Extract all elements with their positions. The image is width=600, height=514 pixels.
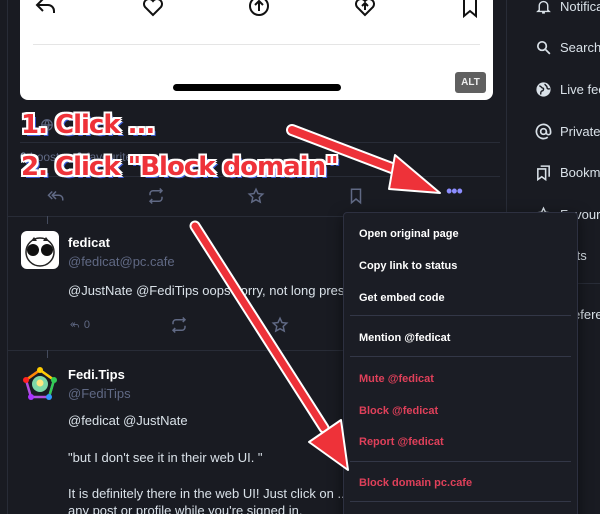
menu-item-report[interactable]: Report @fedicat [359, 436, 444, 448]
nav-live-feeds[interactable]: Live feeds [535, 79, 600, 99]
status-options-menu: Open original page Copy link to status G… [343, 212, 578, 514]
at-icon [535, 123, 552, 139]
menu-item-copy-link[interactable]: Copy link to status [359, 260, 457, 272]
share-icon [353, 0, 377, 18]
nav-label: Live feeds [560, 81, 600, 97]
thread-line [47, 350, 48, 358]
display-name[interactable]: Fedi.Tips [68, 367, 125, 382]
annotation-step-1: 1. Click ... [21, 110, 155, 140]
reply-all-button[interactable] [47, 186, 67, 206]
menu-divider [350, 356, 571, 357]
nav-label: Search [560, 39, 600, 55]
menu-item-block[interactable]: Block @fedicat [359, 405, 438, 417]
post-text-line: @fedicat @JustNate [68, 413, 188, 428]
nav-bookmarks[interactable]: Bookmarks [535, 162, 600, 182]
alt-badge[interactable]: ALT [455, 72, 486, 93]
bookmarks-icon [537, 164, 550, 181]
annotation-step-2: 2. Click "Block domain" [21, 152, 339, 182]
bookmark-icon [458, 0, 482, 19]
menu-item-block-domain[interactable]: Block domain pc.cafe [359, 477, 472, 489]
handle[interactable]: @fedicat@pc.cafe [68, 254, 175, 269]
boost-button[interactable] [170, 315, 190, 335]
reply-icon [34, 0, 58, 18]
avatar[interactable] [21, 231, 59, 269]
home-indicator [173, 84, 341, 91]
menu-item-mention[interactable]: Mention @fedicat [359, 332, 450, 344]
globe-icon [536, 81, 551, 97]
menu-item-mute[interactable]: Mute @fedicat [359, 373, 434, 385]
nav-notifications[interactable]: Notifications [535, 0, 600, 16]
divider [20, 142, 500, 143]
post-text-line: "but I don't see it in their web UI. " [68, 450, 263, 465]
nav-label: Notifications [560, 0, 600, 14]
app-root: ALT 0 boosts · 0 favourites ••• fedicat … [0, 0, 600, 514]
bell-icon [536, 0, 551, 14]
display-name[interactable]: fedicat [68, 235, 110, 250]
menu-divider [350, 315, 571, 316]
nav-label: Private mentions [560, 123, 600, 139]
bookmark-button[interactable] [347, 186, 367, 206]
reply-count: 0 [83, 319, 90, 331]
avatar[interactable] [21, 366, 59, 404]
menu-divider [350, 501, 571, 502]
upload-icon [247, 0, 271, 18]
search-icon [536, 40, 551, 54]
divider [33, 44, 480, 45]
heart-icon [141, 0, 165, 18]
favourite-button[interactable] [247, 186, 267, 206]
reply-all-button[interactable]: 0 [70, 315, 90, 335]
menu-divider [350, 461, 571, 462]
boost-button[interactable] [147, 186, 167, 206]
nav-label: Bookmarks [560, 164, 600, 180]
status-action-bar: ••• [20, 181, 490, 211]
nav-search[interactable]: Search [535, 37, 600, 57]
handle[interactable]: @FediTips [68, 386, 131, 401]
thread-line [47, 216, 48, 224]
nav-private-mentions[interactable]: Private mentions [535, 121, 600, 141]
post-text-line: any post or profile while you're signed … [68, 503, 303, 514]
more-options-button[interactable]: ••• [446, 181, 466, 201]
favourite-button[interactable] [271, 315, 291, 335]
menu-item-get-embed-code[interactable]: Get embed code [359, 292, 445, 304]
left-gutter [0, 0, 8, 514]
menu-item-open-original-page[interactable]: Open original page [359, 228, 459, 240]
media-attachment[interactable]: ALT [20, 0, 493, 100]
